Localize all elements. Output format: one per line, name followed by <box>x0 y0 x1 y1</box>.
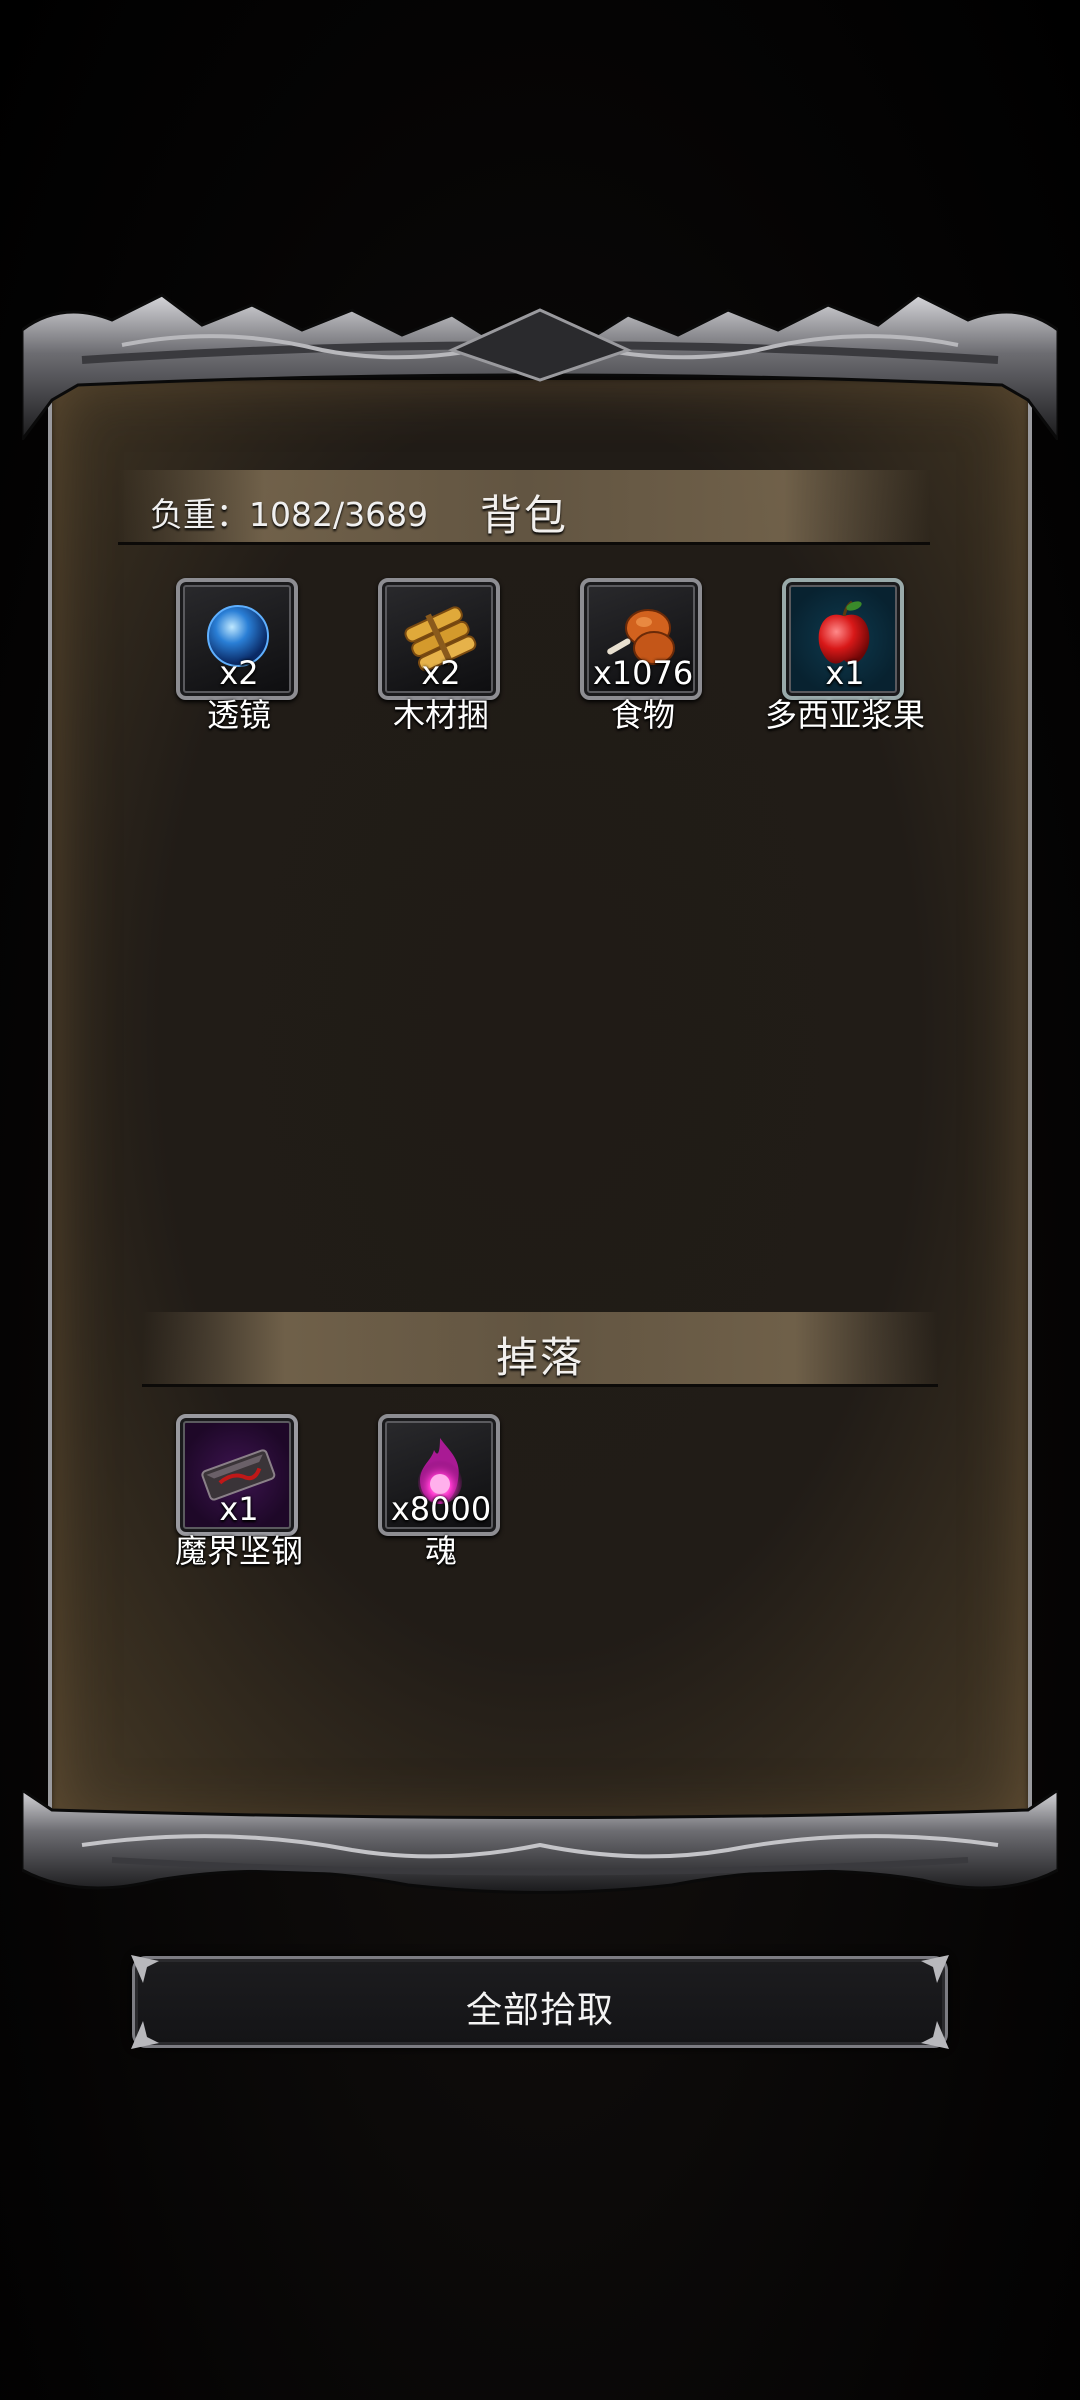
item-quantity: x1076 <box>592 654 694 692</box>
item-quantity: x2 <box>421 654 461 692</box>
inventory-item-lens[interactable]: x2 透镜 <box>174 578 304 738</box>
pickup-all-button[interactable]: 全部拾取 <box>131 1955 949 2049</box>
inventory-item-wood-bundle[interactable]: x2 木材捆 <box>376 578 506 738</box>
inventory-title: 背包 <box>479 491 568 540</box>
inventory-item-food[interactable]: x1076 食物 <box>578 578 708 738</box>
item-name: 食物 <box>610 696 675 734</box>
item-name: 多西亚浆果 <box>764 696 925 734</box>
item-name: 透镜 <box>206 696 271 734</box>
item-quantity: x1 <box>825 654 865 692</box>
drop-item-dark-steel[interactable]: x1 魔界坚钢 <box>174 1414 304 1574</box>
item-name: 木材捆 <box>392 696 489 734</box>
item-name: 魔界坚钢 <box>174 1532 303 1570</box>
item-quantity: x8000 <box>390 1490 492 1528</box>
drops-title: 掉落 <box>495 1333 584 1382</box>
drop-item-soul[interactable]: x8000 魂 <box>376 1414 506 1574</box>
item-quantity: x1 <box>219 1490 259 1528</box>
ornate-bottom-frame <box>22 1790 1058 1894</box>
drops-header: 掉落 <box>142 1312 938 1387</box>
ornate-top-frame <box>22 293 1058 440</box>
inventory-header: 负重：1082/3689 背包 <box>118 470 930 545</box>
inventory-item-berry[interactable]: x1 多西亚浆果 <box>765 578 925 738</box>
item-name: 魂 <box>424 1532 457 1570</box>
item-quantity: x2 <box>219 654 259 692</box>
pickup-all-label: 全部拾取 <box>465 1990 614 2031</box>
